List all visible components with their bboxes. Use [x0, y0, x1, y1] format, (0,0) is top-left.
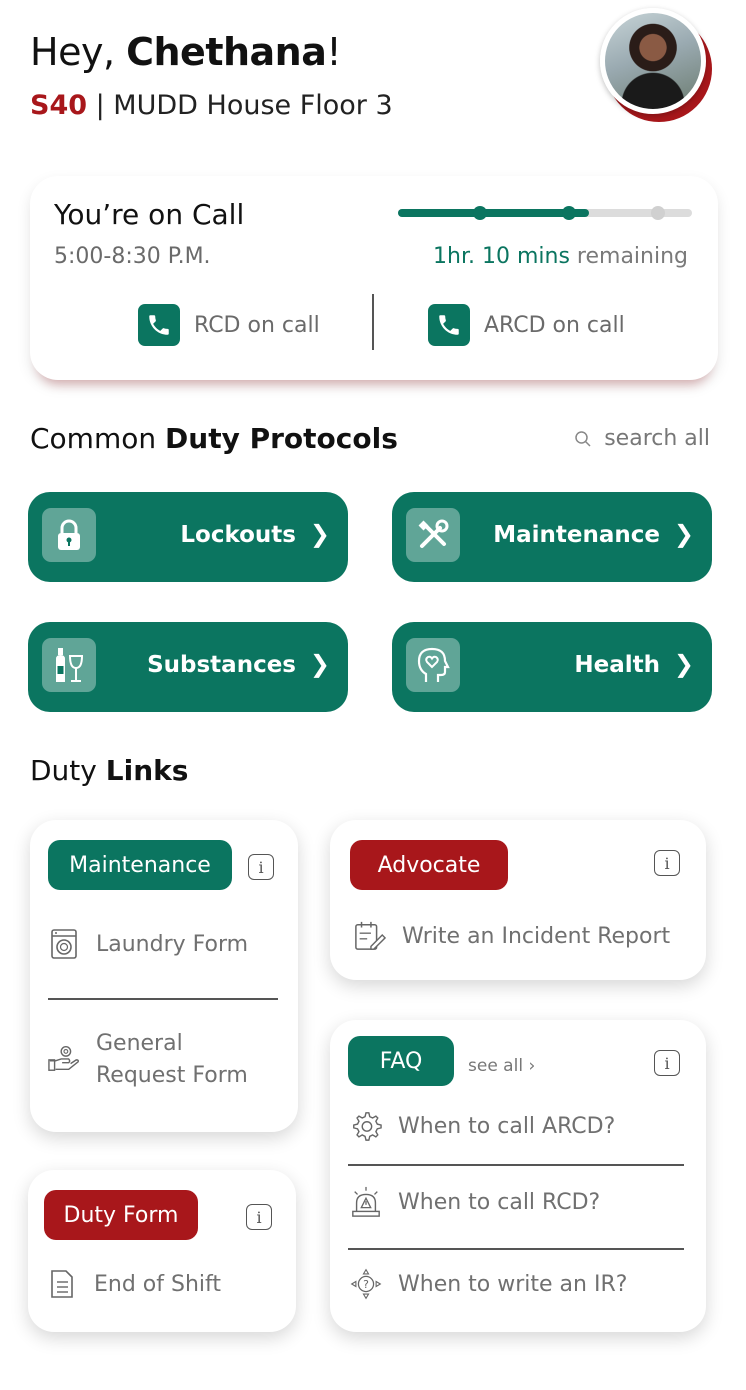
advocate-tag[interactable]: Advocate: [350, 840, 508, 890]
avatar[interactable]: [600, 8, 716, 124]
faq-item[interactable]: ? When to write an IR?: [350, 1268, 627, 1300]
faq-item[interactable]: When to call ARCD?: [350, 1110, 615, 1142]
info-icon[interactable]: i: [654, 850, 680, 876]
bottle-glass-icon: [42, 638, 96, 692]
protocol-maintenance-button[interactable]: Maintenance ❯: [392, 492, 712, 582]
duty-form-tag[interactable]: Duty Form: [44, 1190, 198, 1240]
chevron-right-icon: ❯: [673, 650, 694, 678]
arcd-call-button[interactable]: ARCD on call: [428, 304, 625, 346]
arcd-label: ARCD on call: [484, 312, 625, 338]
room-code: S40: [30, 90, 88, 121]
protocol-lockouts-button[interactable]: Lockouts ❯: [28, 492, 348, 582]
maintenance-links-card: Maintenance i Laundry Form General Reque…: [30, 820, 298, 1132]
gear-icon: [350, 1110, 382, 1142]
laundry-form-link[interactable]: Laundry Form: [48, 928, 248, 960]
info-icon[interactable]: i: [248, 854, 274, 880]
faq-card: FAQ see all › i When to call ARCD? When …: [330, 1020, 706, 1332]
on-call-time: 5:00-8:30 P.M.: [54, 244, 211, 269]
info-icon[interactable]: i: [654, 1050, 680, 1076]
on-call-title: You’re on Call: [54, 198, 245, 231]
faq-tag[interactable]: FAQ: [348, 1036, 454, 1086]
info-icon[interactable]: i: [246, 1204, 272, 1230]
divider: [48, 998, 278, 1000]
see-all-link[interactable]: see all ›: [468, 1056, 535, 1076]
maintenance-tag[interactable]: Maintenance: [48, 840, 232, 890]
rcd-call-button[interactable]: RCD on call: [138, 304, 320, 346]
rcd-label: RCD on call: [194, 312, 320, 338]
lock-icon: [42, 508, 96, 562]
washing-machine-icon: [48, 928, 80, 960]
time-remaining: 1hr. 10 mins remaining: [433, 244, 688, 269]
greeting: Hey, Chethana!: [30, 30, 342, 74]
divider: [348, 1248, 684, 1250]
search-icon: [575, 430, 591, 447]
protocol-health-button[interactable]: Health ❯: [392, 622, 712, 712]
incident-report-link[interactable]: Write an Incident Report: [354, 920, 670, 952]
shift-progress-bar: [398, 206, 692, 220]
end-of-shift-link[interactable]: End of Shift: [46, 1268, 221, 1300]
on-call-card: You’re on Call 5:00-8:30 P.M. 1hr. 10 mi…: [30, 176, 718, 380]
chevron-right-icon: ❯: [673, 520, 694, 548]
protocols-heading: Common Duty Protocols: [30, 422, 398, 455]
phone-icon: [138, 304, 180, 346]
advocate-card: Advocate i Write an Incident Report: [330, 820, 706, 980]
clipboard-pen-icon: [354, 920, 386, 952]
question-compass-icon: ?: [350, 1268, 382, 1300]
duty-links-heading: Duty Links: [30, 754, 189, 787]
head-heart-icon: [406, 638, 460, 692]
phone-icon: [428, 304, 470, 346]
svg-text:?: ?: [363, 1278, 369, 1291]
document-icon: [46, 1268, 78, 1300]
hand-gear-icon: [48, 1042, 80, 1074]
protocol-substances-button[interactable]: Substances ❯: [28, 622, 348, 712]
alarm-icon: [350, 1186, 382, 1218]
room-location: S40 | MUDD House Floor 3: [30, 90, 393, 121]
search-all-link[interactable]: search all: [574, 426, 710, 451]
duty-form-card: Duty Form i End of Shift: [28, 1170, 296, 1332]
general-request-form-link[interactable]: General Request Form: [48, 1028, 248, 1092]
faq-item[interactable]: When to call RCD?: [350, 1186, 600, 1218]
tools-icon: [406, 508, 460, 562]
chevron-right-icon: ❯: [309, 520, 330, 548]
chevron-right-icon: ❯: [309, 650, 330, 678]
divider: [372, 294, 374, 350]
user-name: Chethana: [126, 30, 327, 74]
avatar-photo: [600, 8, 706, 114]
divider: [348, 1164, 684, 1166]
